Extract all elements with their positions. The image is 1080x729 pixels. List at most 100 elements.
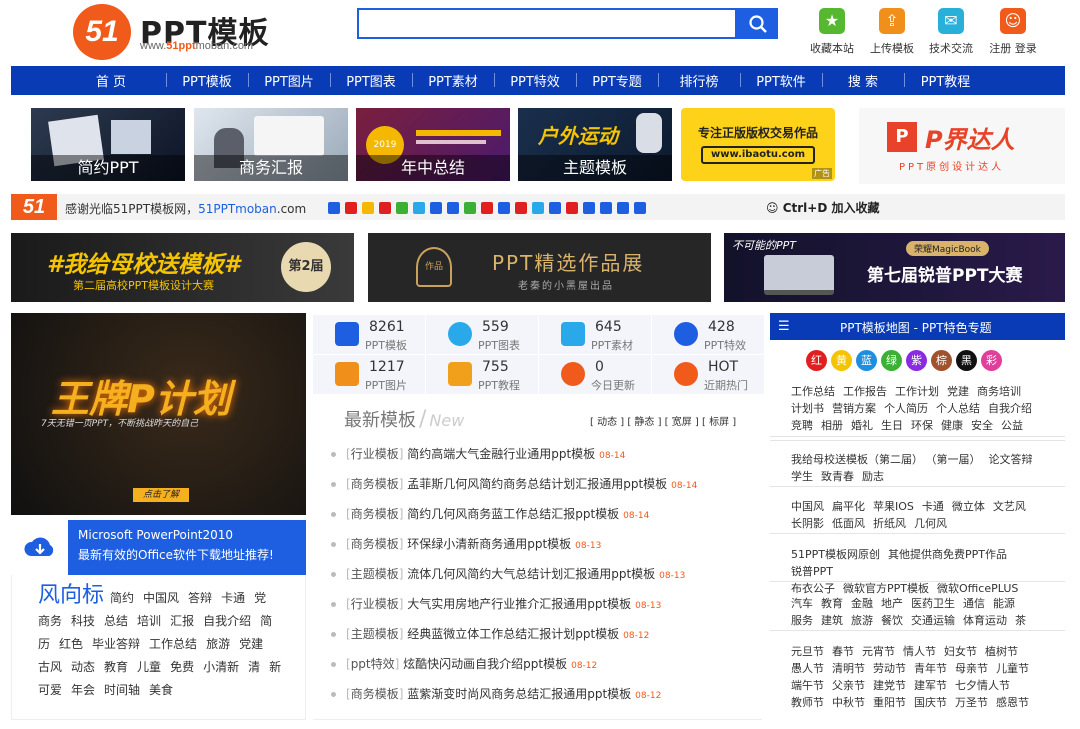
- nav-item-9[interactable]: 搜 索: [822, 71, 904, 90]
- topic-link[interactable]: （第一届）: [931, 453, 981, 466]
- nav-item-1[interactable]: PPT模板: [166, 71, 248, 90]
- list-item[interactable]: [商务模板] 环保绿小清新商务通用ppt模板08-13: [331, 535, 601, 552]
- topic-link[interactable]: 教育: [821, 597, 843, 610]
- hot-tag[interactable]: 毕业答辩: [92, 637, 140, 651]
- tile-business-report[interactable]: 商务汇报: [194, 108, 348, 181]
- nav-item-8[interactable]: PPT软件: [740, 71, 822, 90]
- topic-link[interactable]: 卡通: [922, 500, 944, 513]
- topic-link[interactable]: 自我介绍: [988, 402, 1032, 415]
- item-title[interactable]: 蓝紫渐变时尚风商务总结汇报通用ppt模板: [407, 687, 631, 701]
- stat-card[interactable]: 428PPT特效: [652, 315, 764, 354]
- stat-card[interactable]: 755PPT教程: [426, 355, 538, 394]
- pjie-ad[interactable]: P P界达人 PPT原创设计达人: [859, 108, 1065, 184]
- topic-link[interactable]: 中秋节: [832, 696, 865, 709]
- topic-link[interactable]: 情人节: [903, 645, 936, 658]
- hot-tag[interactable]: 商务: [38, 614, 62, 628]
- item-title[interactable]: 大气实用房地产行业推介汇报通用ppt模板: [407, 597, 631, 611]
- download-box[interactable]: Microsoft PowerPoint2010 最新有效的Office软件下载…: [11, 520, 306, 575]
- share-icon[interactable]: [447, 202, 459, 214]
- item-title[interactable]: 简约高端大气金融行业通用ppt模板: [407, 447, 595, 461]
- color-tag[interactable]: 蓝: [856, 350, 877, 371]
- item-title[interactable]: 经典蓝微立体工作总结汇报计划ppt模板: [407, 627, 619, 641]
- topic-link[interactable]: 扁平化: [832, 500, 865, 513]
- nav-item-7[interactable]: 排行榜: [658, 71, 740, 90]
- stat-card[interactable]: HOT近期热门: [652, 355, 764, 394]
- topic-link[interactable]: 建军节: [914, 679, 947, 692]
- hot-tag[interactable]: 免费: [170, 660, 194, 674]
- topic-link[interactable]: 金融: [851, 597, 873, 610]
- topic-link[interactable]: 工作报告: [843, 385, 887, 398]
- topic-link[interactable]: 餐饮: [881, 614, 903, 627]
- topic-link[interactable]: 能源: [993, 597, 1015, 610]
- item-title[interactable]: 炫酷快闪动画自我介绍ppt模板: [403, 657, 567, 671]
- item-title[interactable]: 简约几何风商务蓝工作总结汇报ppt模板: [407, 507, 619, 521]
- topic-link[interactable]: 七夕情人节: [955, 679, 1010, 692]
- hot-tag[interactable]: 清: [248, 660, 260, 674]
- share-icon[interactable]: [396, 202, 408, 214]
- item-category[interactable]: 商务模板: [351, 537, 399, 551]
- list-item[interactable]: [行业模板] 简约高端大气金融行业通用ppt模板08-14: [331, 445, 625, 462]
- color-tag[interactable]: 棕: [931, 350, 952, 371]
- hot-tag[interactable]: 教育: [104, 660, 128, 674]
- topic-link[interactable]: 劳动节: [873, 662, 906, 675]
- item-category[interactable]: 行业模板: [351, 597, 399, 611]
- topic-link[interactable]: 苹果IOS: [873, 500, 914, 513]
- topic-link[interactable]: 工作总结: [791, 385, 835, 398]
- share-icon[interactable]: [549, 202, 561, 214]
- hot-tag[interactable]: 古风: [38, 660, 62, 674]
- share-icon[interactable]: [413, 202, 425, 214]
- hot-tag[interactable]: 小清新: [203, 660, 239, 674]
- topic-link[interactable]: 通信: [963, 597, 985, 610]
- topic-link[interactable]: 其他提供商免费PPT作品: [888, 548, 1007, 561]
- color-tag[interactable]: 紫: [906, 350, 927, 371]
- topic-link[interactable]: 春节: [832, 645, 854, 658]
- topic-link[interactable]: 汽车: [791, 597, 813, 610]
- hot-tag[interactable]: 简: [260, 614, 272, 628]
- learn-more-button[interactable]: 点击了解: [133, 488, 189, 502]
- hot-tag[interactable]: 工作总结: [149, 637, 197, 651]
- bookmark-hint[interactable]: ☺ Ctrl+D 加入收藏: [766, 199, 879, 216]
- topic-link[interactable]: 旅游: [851, 614, 873, 627]
- topic-link[interactable]: 我给母校送模板（第二届）: [791, 453, 923, 466]
- list-item[interactable]: [商务模板] 蓝紫渐变时尚风商务总结汇报通用ppt模板08-12: [331, 685, 661, 702]
- hot-tag[interactable]: 党: [254, 591, 266, 605]
- topic-link[interactable]: 公益: [1001, 419, 1023, 432]
- header-link-0[interactable]: ★收藏本站: [802, 8, 862, 56]
- topic-link[interactable]: 母亲节: [955, 662, 988, 675]
- header-link-3[interactable]: ☺注册 登录: [983, 8, 1043, 56]
- hot-tag[interactable]: 答辩: [188, 591, 212, 605]
- tile-simple-ppt[interactable]: 简约PPT: [31, 108, 185, 181]
- topic-link[interactable]: 元宵节: [862, 645, 895, 658]
- topic-link[interactable]: 建筑: [821, 614, 843, 627]
- nav-item-0[interactable]: 首 页: [56, 71, 166, 90]
- topic-link[interactable]: 服务: [791, 614, 813, 627]
- hot-tag[interactable]: 旅游: [206, 637, 230, 651]
- list-item[interactable]: [主题模板] 流体几何风简约大气总结计划汇报通用ppt模板08-13: [331, 565, 685, 582]
- hot-tag[interactable]: 总结: [104, 614, 128, 628]
- hot-tag[interactable]: 红色: [59, 637, 83, 651]
- hot-tag[interactable]: 美食: [149, 683, 173, 697]
- item-category[interactable]: 商务模板: [351, 477, 399, 491]
- topic-link[interactable]: 健康: [941, 419, 963, 432]
- latest-filters[interactable]: [ 动态 ] [ 静态 ] [ 宽屏 ] [ 标屏 ]: [590, 413, 736, 428]
- topic-link[interactable]: 重阳节: [873, 696, 906, 709]
- topic-link[interactable]: 计划书: [791, 402, 824, 415]
- topic-link[interactable]: 锐普PPT: [791, 565, 833, 578]
- topic-link[interactable]: 建党节: [873, 679, 906, 692]
- hot-tag[interactable]: 党建: [239, 637, 263, 651]
- topic-link[interactable]: 茶: [1015, 614, 1026, 627]
- list-item[interactable]: [商务模板] 孟菲斯几何风简约商务总结计划汇报通用ppt模板08-14: [331, 475, 697, 492]
- share-icon[interactable]: [600, 202, 612, 214]
- item-category[interactable]: 商务模板: [351, 687, 399, 701]
- hot-tag[interactable]: 中国风: [143, 591, 179, 605]
- topic-link[interactable]: 教师节: [791, 696, 824, 709]
- topic-link[interactable]: 营销方案: [832, 402, 876, 415]
- color-tag[interactable]: 黑: [956, 350, 977, 371]
- topic-link[interactable]: 医药卫生: [911, 597, 955, 610]
- stat-card[interactable]: 645PPT素材: [539, 315, 651, 354]
- topic-link[interactable]: 交通运输: [911, 614, 955, 627]
- share-icon[interactable]: [583, 202, 595, 214]
- topic-link[interactable]: 清明节: [832, 662, 865, 675]
- share-icon[interactable]: [566, 202, 578, 214]
- tile-midyear-summary[interactable]: 2019 年中总结: [356, 108, 510, 181]
